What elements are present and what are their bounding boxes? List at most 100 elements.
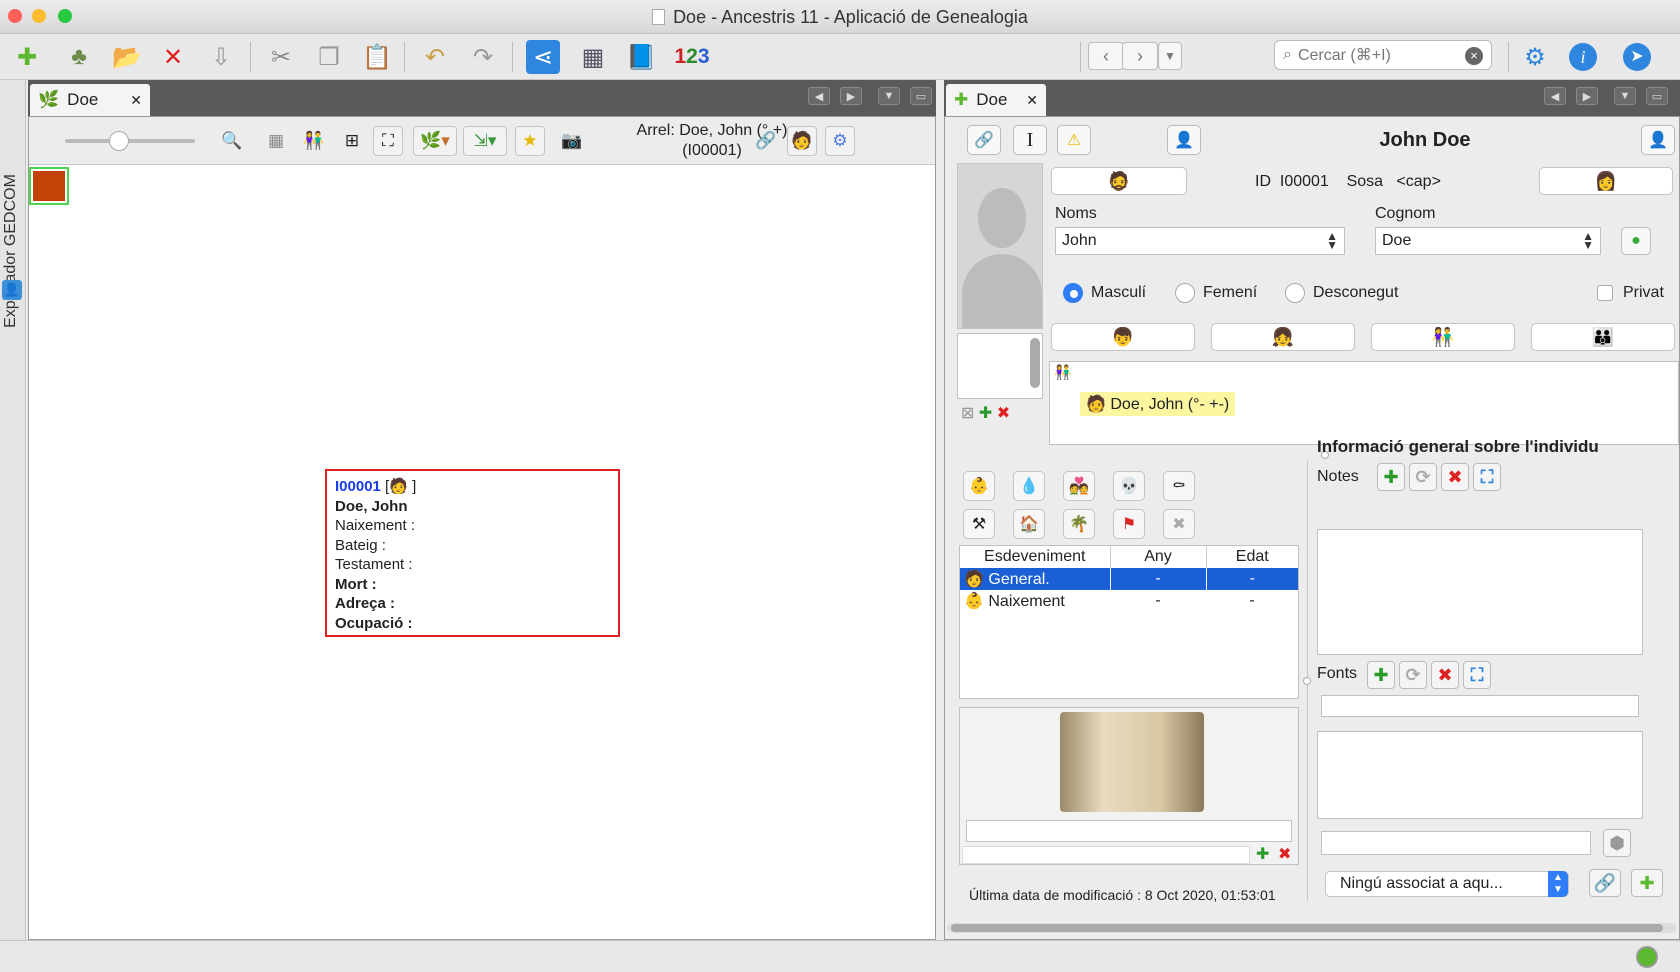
- delete-source-icon[interactable]: ✖: [1431, 661, 1459, 689]
- expand-note-icon[interactable]: ⛶: [1473, 463, 1501, 491]
- camera-icon[interactable]: 📷: [557, 126, 587, 156]
- media-list[interactable]: [957, 333, 1043, 399]
- scroll-tabs-left-button[interactable]: ◀: [808, 87, 830, 105]
- family-icon[interactable]: 👫: [299, 126, 329, 156]
- father-button[interactable]: 🧔: [1051, 167, 1187, 195]
- maximize-panel-button[interactable]: ▭: [1646, 87, 1668, 105]
- paste-icon[interactable]: 📋: [360, 40, 394, 74]
- events-col-name[interactable]: Esdeveniment: [960, 546, 1111, 568]
- zoom-slider-knob[interactable]: [109, 131, 129, 151]
- warning-icon[interactable]: ⚠: [1057, 125, 1091, 155]
- events-col-age[interactable]: Edat: [1206, 546, 1298, 568]
- cut-icon[interactable]: ✂: [264, 40, 298, 74]
- calculator-icon[interactable]: ▦: [576, 40, 610, 74]
- source-file-field[interactable]: [1321, 831, 1591, 855]
- link-icon[interactable]: 🔗: [751, 126, 781, 156]
- splitter-dot[interactable]: [1303, 677, 1311, 685]
- undo-icon[interactable]: ↶: [418, 40, 452, 74]
- event-baptism-icon[interactable]: 💧: [1013, 471, 1045, 501]
- add-source-icon[interactable]: ✚: [1367, 661, 1395, 689]
- individual-card[interactable]: I00001 [🧑 ] Doe, John Naixement : Bateig…: [325, 469, 620, 637]
- tab-doe-editor[interactable]: ✚ Doe ✕: [946, 84, 1046, 116]
- redo-icon[interactable]: ↷: [466, 40, 500, 74]
- scroll-parchment-image[interactable]: [1060, 712, 1204, 812]
- address-book-icon[interactable]: 📘: [624, 40, 658, 74]
- copy-icon[interactable]: ❐: [312, 40, 346, 74]
- given-names-field[interactable]: John ▲ ▼: [1055, 227, 1345, 255]
- event-occupation-icon[interactable]: ⚒: [963, 509, 995, 539]
- association-select[interactable]: Ningú associat a aqu... ▲ ▼: [1325, 871, 1569, 897]
- open-folder-icon[interactable]: 📂: [110, 40, 144, 74]
- scroll-tabs-left-button[interactable]: ◀: [1544, 87, 1566, 105]
- source-title-field[interactable]: [1321, 695, 1639, 717]
- mother-button[interactable]: 👩: [1539, 167, 1673, 195]
- add-person-icon[interactable]: 👤: [1167, 125, 1201, 155]
- link-tool-icon[interactable]: 🔗: [967, 125, 1001, 155]
- event-other-icon[interactable]: ⚑: [1113, 509, 1145, 539]
- share-icon[interactable]: ⋖: [526, 40, 560, 74]
- clear-search-icon[interactable]: ×: [1465, 47, 1483, 65]
- table-row[interactable]: 👶 Naixement - -: [960, 590, 1298, 612]
- name-options-icon[interactable]: ●: [1621, 227, 1651, 255]
- add-child-button[interactable]: 👪: [1531, 323, 1675, 351]
- close-file-icon[interactable]: ✕: [156, 40, 190, 74]
- gedcom-explorer-tab[interactable]: Explorador GEDCOM: [2, 168, 24, 334]
- event-birth-icon[interactable]: 👶: [963, 471, 995, 501]
- table-row[interactable]: 🧑 General. - -: [960, 568, 1298, 590]
- sex-female-radio[interactable]: [1175, 283, 1195, 303]
- overview-thumbnail[interactable]: [29, 167, 69, 205]
- photo-placeholder[interactable]: [957, 163, 1043, 329]
- horizontal-scrollbar[interactable]: [947, 923, 1677, 933]
- add-note-icon[interactable]: ✚: [1377, 463, 1405, 491]
- search-input[interactable]: ⌕ Cercar (⌘+I) ×: [1274, 40, 1492, 70]
- tree-icon[interactable]: ♣: [62, 40, 96, 74]
- media-add-icon[interactable]: ✚: [979, 405, 992, 422]
- delete-note-icon[interactable]: ✖: [1441, 463, 1469, 491]
- event-media-delete-icon[interactable]: ✖: [1278, 844, 1291, 864]
- ancestors-dropdown-icon[interactable]: 🌿▾: [413, 126, 457, 156]
- fold-icon[interactable]: ⊞: [337, 126, 367, 156]
- info-icon[interactable]: i: [1566, 40, 1600, 74]
- tabs-menu-button[interactable]: ▼: [878, 87, 900, 105]
- media-file-field[interactable]: [962, 846, 1250, 864]
- association-add-icon[interactable]: ✚: [1631, 869, 1663, 897]
- media-delete-icon[interactable]: ✖: [997, 405, 1010, 422]
- private-checkbox[interactable]: [1597, 285, 1613, 301]
- save-icon[interactable]: ⇩: [204, 40, 238, 74]
- notes-area[interactable]: [1317, 529, 1643, 655]
- source-media-icon[interactable]: ⬢: [1603, 829, 1631, 857]
- refresh-note-icon[interactable]: ⟳: [1409, 463, 1437, 491]
- surname-field[interactable]: Doe ▲ ▼: [1375, 227, 1601, 255]
- media-edit-icon[interactable]: ⊠: [961, 405, 974, 422]
- event-delete-icon[interactable]: ✖: [1163, 509, 1195, 539]
- grid-icon[interactable]: ▦: [261, 126, 291, 156]
- root-person-icon[interactable]: 🧑: [787, 126, 817, 156]
- back-button[interactable]: ‹: [1088, 42, 1124, 70]
- event-death-icon[interactable]: 💀: [1113, 471, 1145, 501]
- events-col-year[interactable]: Any: [1110, 546, 1207, 568]
- refresh-source-icon[interactable]: ⟳: [1399, 661, 1427, 689]
- event-residence-icon[interactable]: 🏠: [1013, 509, 1045, 539]
- add-brother-button[interactable]: 👦: [1051, 323, 1195, 351]
- zoom-search-icon[interactable]: 🔍: [217, 126, 247, 156]
- add-spouse-button[interactable]: 👫: [1371, 323, 1515, 351]
- delete-person-icon[interactable]: 👤: [1641, 125, 1675, 155]
- source-text-area[interactable]: [1317, 731, 1643, 819]
- zoom-slider[interactable]: [65, 131, 195, 151]
- settings-gear-icon[interactable]: ⚙: [1518, 40, 1552, 74]
- new-genealogy-icon[interactable]: ✚: [10, 40, 44, 74]
- event-burial-icon[interactable]: ⚰: [1163, 471, 1195, 501]
- sex-male-radio[interactable]: [1063, 283, 1083, 303]
- event-marriage-icon[interactable]: 💑: [1063, 471, 1095, 501]
- star-bookmark-icon[interactable]: ★: [515, 126, 545, 156]
- scroll-tabs-right-button[interactable]: ▶: [1576, 87, 1598, 105]
- numbering-icon[interactable]: 123: [672, 40, 712, 74]
- event-emigration-icon[interactable]: 🌴: [1063, 509, 1095, 539]
- compass-icon[interactable]: ➤: [1620, 40, 1654, 74]
- maximize-panel-button[interactable]: ▭: [910, 87, 932, 105]
- scroll-tabs-right-button[interactable]: ▶: [840, 87, 862, 105]
- tree-settings-icon[interactable]: ⚙: [825, 126, 855, 156]
- family-entry[interactable]: 🧑 Doe, John (°- +-): [1080, 392, 1236, 416]
- forward-button[interactable]: ›: [1122, 42, 1158, 70]
- media-caption-field[interactable]: [966, 820, 1292, 842]
